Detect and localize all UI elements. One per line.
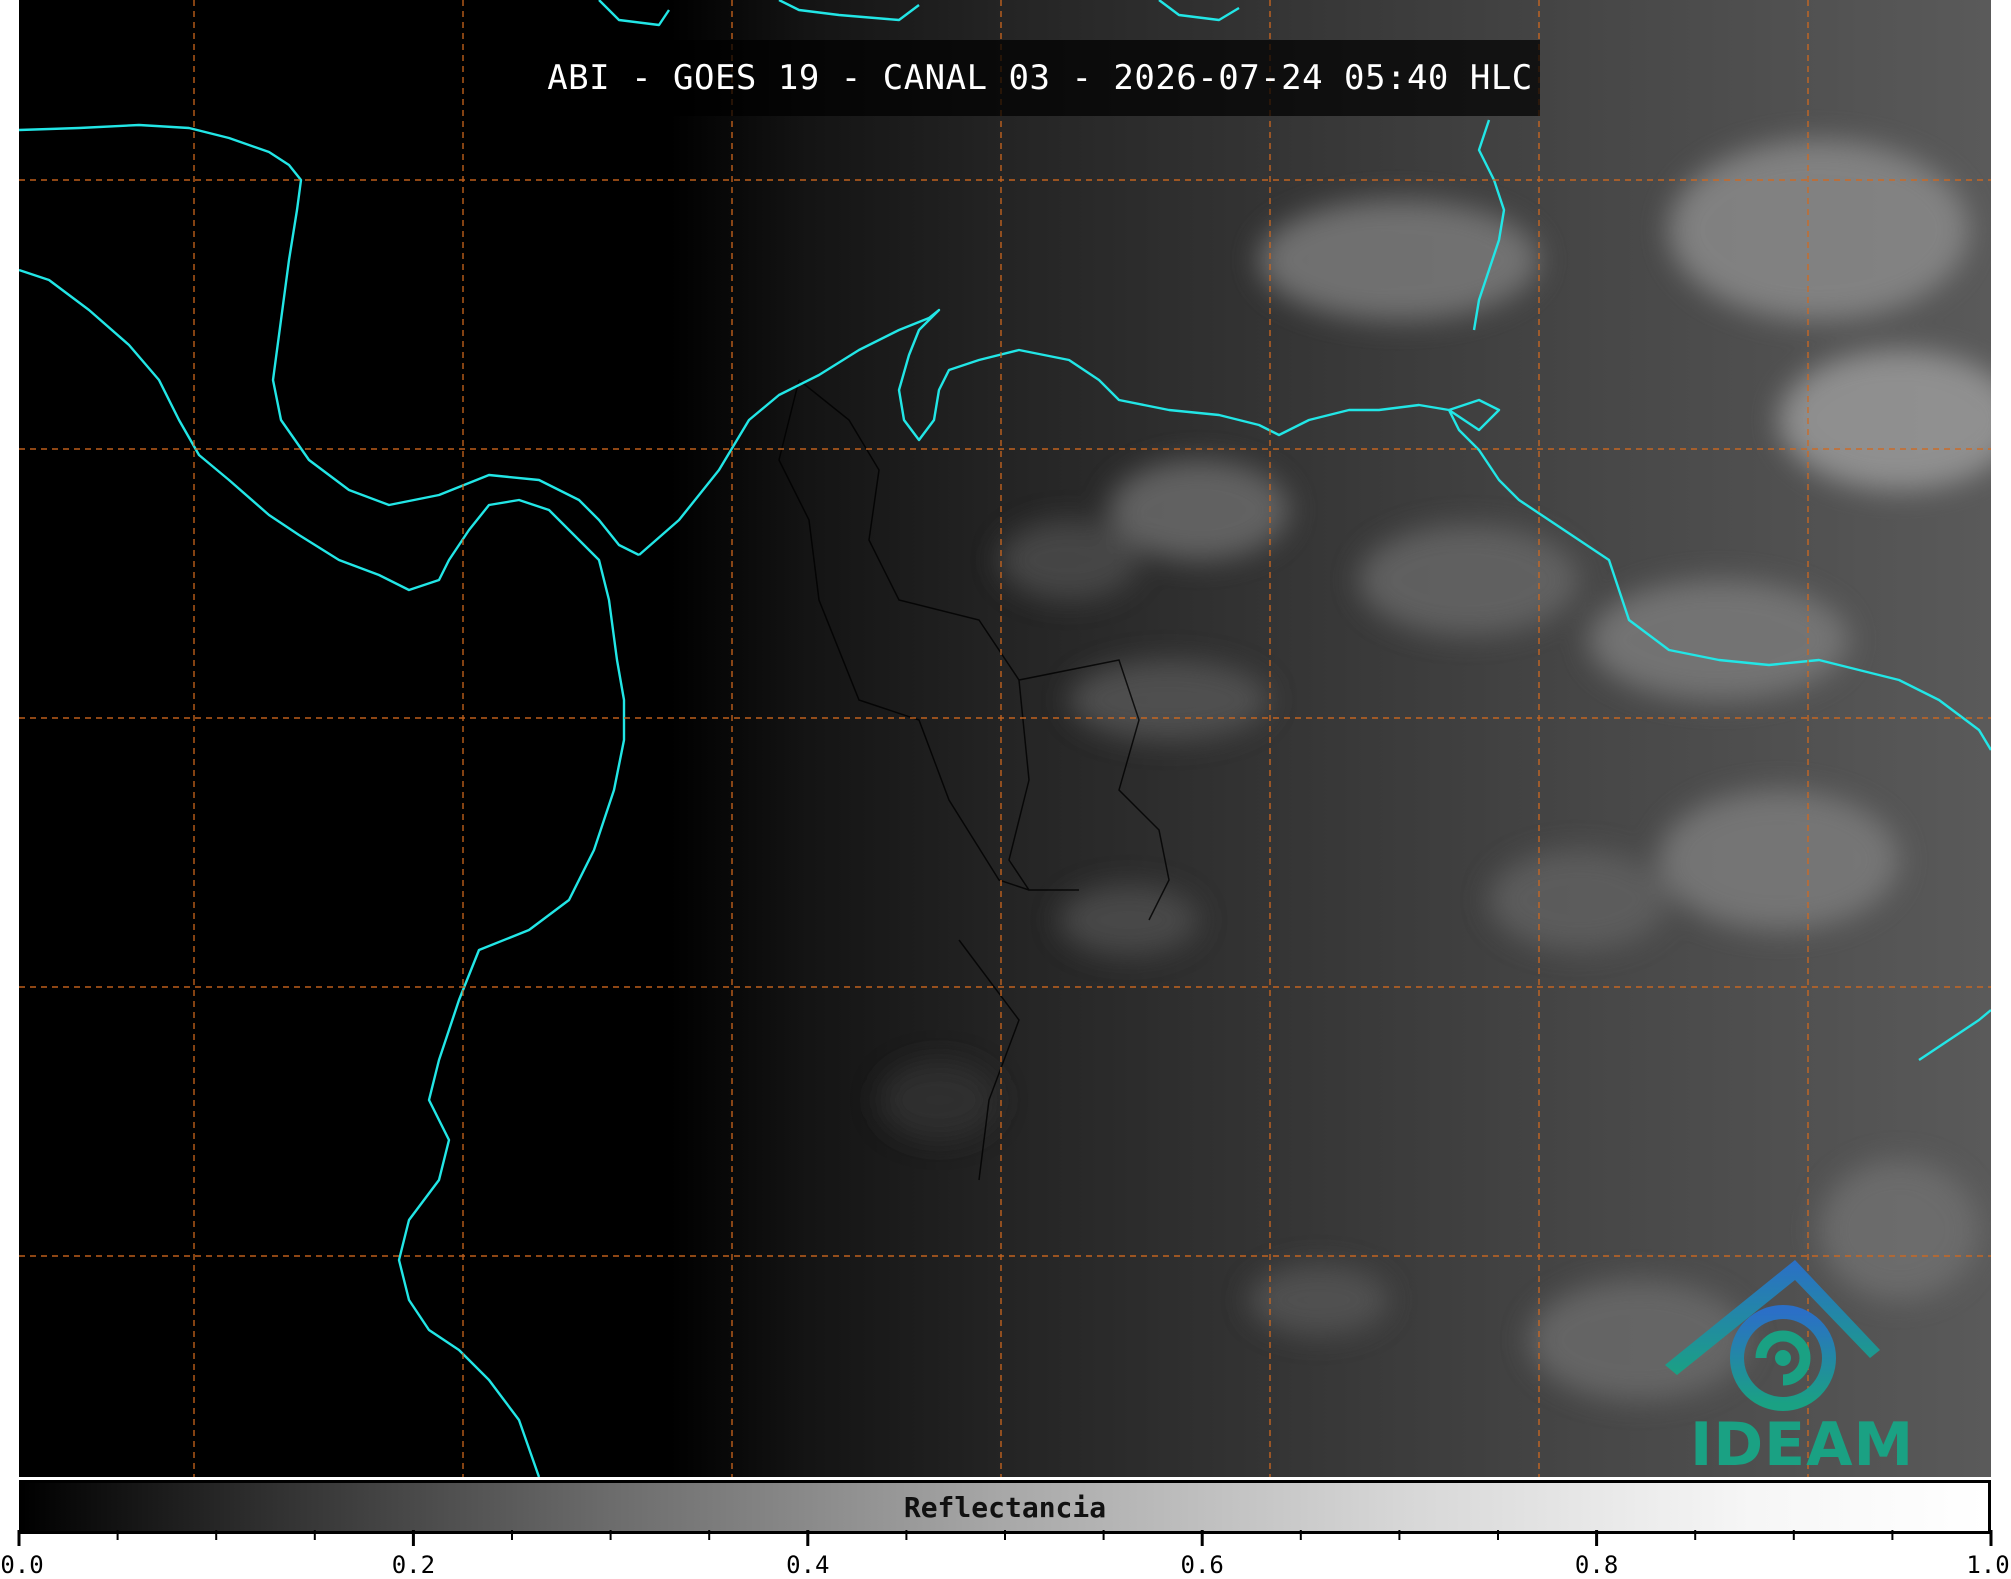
reflectance-colorbar: Reflectancia xyxy=(19,1480,1991,1534)
ideam-logo-text: IDEAM xyxy=(1690,1410,1915,1480)
cloud-mass xyxy=(1589,580,1849,700)
cloud-mass xyxy=(879,1060,999,1140)
image-title: ABI - GOES 19 - CANAL 03 - 2026-07-24 05… xyxy=(547,58,1533,98)
cloud-mass xyxy=(1359,525,1579,635)
colorbar-tick-label: 0.8 xyxy=(1574,1551,1619,1579)
cloud-mass xyxy=(1669,140,1969,320)
colorbar-tick-label: 0.0 xyxy=(0,1551,44,1579)
cloud-mass xyxy=(1069,660,1269,740)
cloud-mass xyxy=(1659,790,1899,930)
colorbar-tick-label: 1.0 xyxy=(1966,1551,2010,1579)
cloud-mass xyxy=(999,520,1139,600)
cloud-mass xyxy=(1259,200,1539,320)
colorbar-label: Reflectancia xyxy=(903,1490,1107,1524)
cloud-mass xyxy=(1059,885,1199,955)
colorbar-ticks xyxy=(17,1530,1993,1546)
colorbar-tick-label: 0.6 xyxy=(1180,1551,1224,1579)
cloud-mass xyxy=(1109,460,1289,560)
cloud-mass xyxy=(1489,850,1669,950)
colorbar-tick-label: 0.2 xyxy=(391,1551,436,1579)
title-banner: ABI - GOES 19 - CANAL 03 - 2026-07-24 05… xyxy=(540,40,1540,116)
colorbar-tick-label: 0.4 xyxy=(786,1551,830,1579)
